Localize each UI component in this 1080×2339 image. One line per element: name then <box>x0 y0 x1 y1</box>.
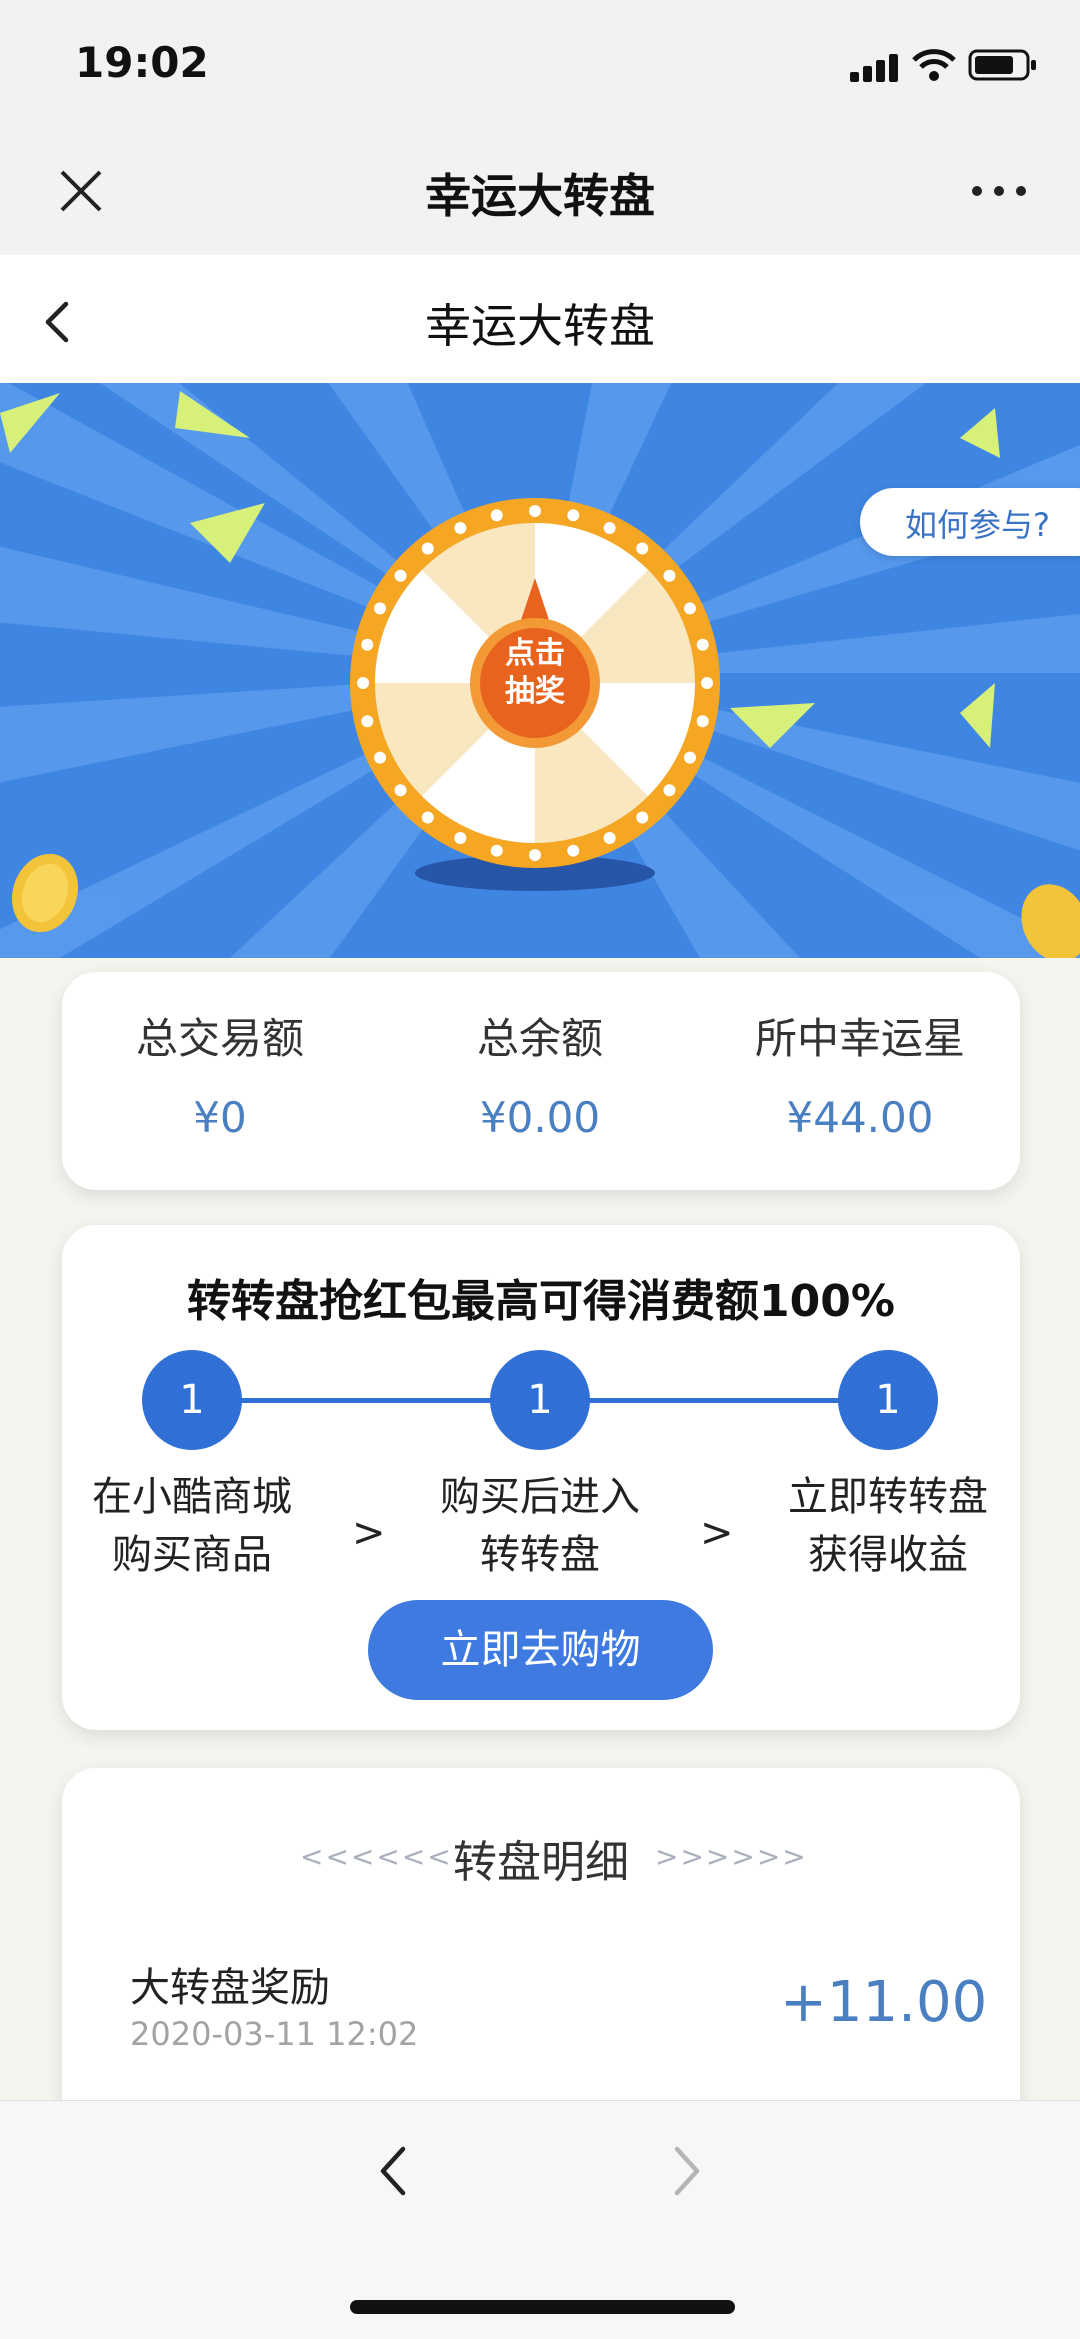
stat-lucky-stars-value: ¥44.00 <box>786 1093 934 1142</box>
wheel-light <box>683 602 696 615</box>
wheel-light <box>361 638 374 651</box>
step-arrow: > <box>352 1510 386 1556</box>
wheel-light <box>357 677 369 689</box>
step-description: 立即转转盘 获得收益 <box>788 1474 988 1578</box>
wheel-button-line2: 抽奖 <box>505 674 565 709</box>
step-connector <box>585 1398 855 1403</box>
browser-back-icon[interactable] <box>378 2145 408 2197</box>
more-icon[interactable] <box>972 186 1028 198</box>
wheel-light <box>529 505 541 517</box>
wheel-light <box>696 638 709 651</box>
wheel-light <box>683 751 696 764</box>
title-decoration-right: >>>>>> <box>655 1840 808 1873</box>
step-arrow: > <box>700 1510 734 1556</box>
step-description: 在小酷商城 购买商品 <box>92 1474 292 1578</box>
signal-icon <box>850 52 900 82</box>
record-name: 大转盘奖励 <box>130 1965 330 2011</box>
browser-forward-icon[interactable] <box>672 2145 702 2197</box>
steps-heading: 转转盘抢红包最高可得消费额100% <box>187 1276 895 1327</box>
stat-total-transactions-label: 总交易额 <box>135 1014 304 1063</box>
wheel-light <box>603 831 616 844</box>
step-number: 1 <box>142 1350 242 1450</box>
step-connector <box>240 1398 510 1403</box>
wheel-light <box>394 784 407 797</box>
wheel-light <box>529 849 541 861</box>
step-number: 1 <box>490 1350 590 1450</box>
wheel-light <box>374 602 387 615</box>
wheel-light <box>567 509 580 522</box>
wifi-icon <box>912 49 956 81</box>
wheel-light <box>696 715 709 728</box>
record-amount: +11.00 <box>780 1970 988 2035</box>
wheel-light <box>636 542 649 555</box>
how-to-join-label: 如何参与? <box>905 506 1050 544</box>
wheel-light <box>567 844 580 857</box>
status-time: 19:02 <box>75 38 209 87</box>
wheel-light <box>701 677 713 689</box>
wheel-light <box>374 751 387 764</box>
wheel-light <box>603 522 616 535</box>
page-title: 幸运大转盘 <box>425 299 655 353</box>
wheel-light <box>361 715 374 728</box>
wheel-light <box>421 542 434 555</box>
wheel-light <box>454 831 467 844</box>
wechat-title: 幸运大转盘 <box>425 169 655 223</box>
wheel-details-title: 转盘明细 <box>453 1837 629 1888</box>
wheel-light <box>663 569 676 582</box>
wheel-button-line1: 点击 <box>505 636 565 671</box>
wheel-spin-button[interactable]: 点击 抽奖 <box>480 635 590 711</box>
wheel-light <box>636 811 649 824</box>
battery-icon <box>968 49 1036 81</box>
record-time: 2020-03-11 12:02 <box>130 2015 419 2053</box>
step-number: 1 <box>838 1350 938 1450</box>
step-description: 购买后进入 转转盘 <box>440 1474 640 1578</box>
wheel-light <box>490 844 503 857</box>
wheel-light <box>490 509 503 522</box>
go-shopping-button[interactable]: 立即去购物 <box>368 1600 713 1700</box>
wheel-light <box>454 522 467 535</box>
stat-lucky-stars-label: 所中幸运星 <box>754 1014 965 1063</box>
home-indicator <box>350 2300 735 2314</box>
wheel-light <box>663 784 676 797</box>
stat-total-transactions-value: ¥0 <box>193 1093 247 1142</box>
stat-total-balance-label: 总余额 <box>476 1014 603 1063</box>
stat-total-balance-value: ¥0.00 <box>479 1093 601 1142</box>
wheel-light <box>421 811 434 824</box>
wheel-light <box>394 569 407 582</box>
